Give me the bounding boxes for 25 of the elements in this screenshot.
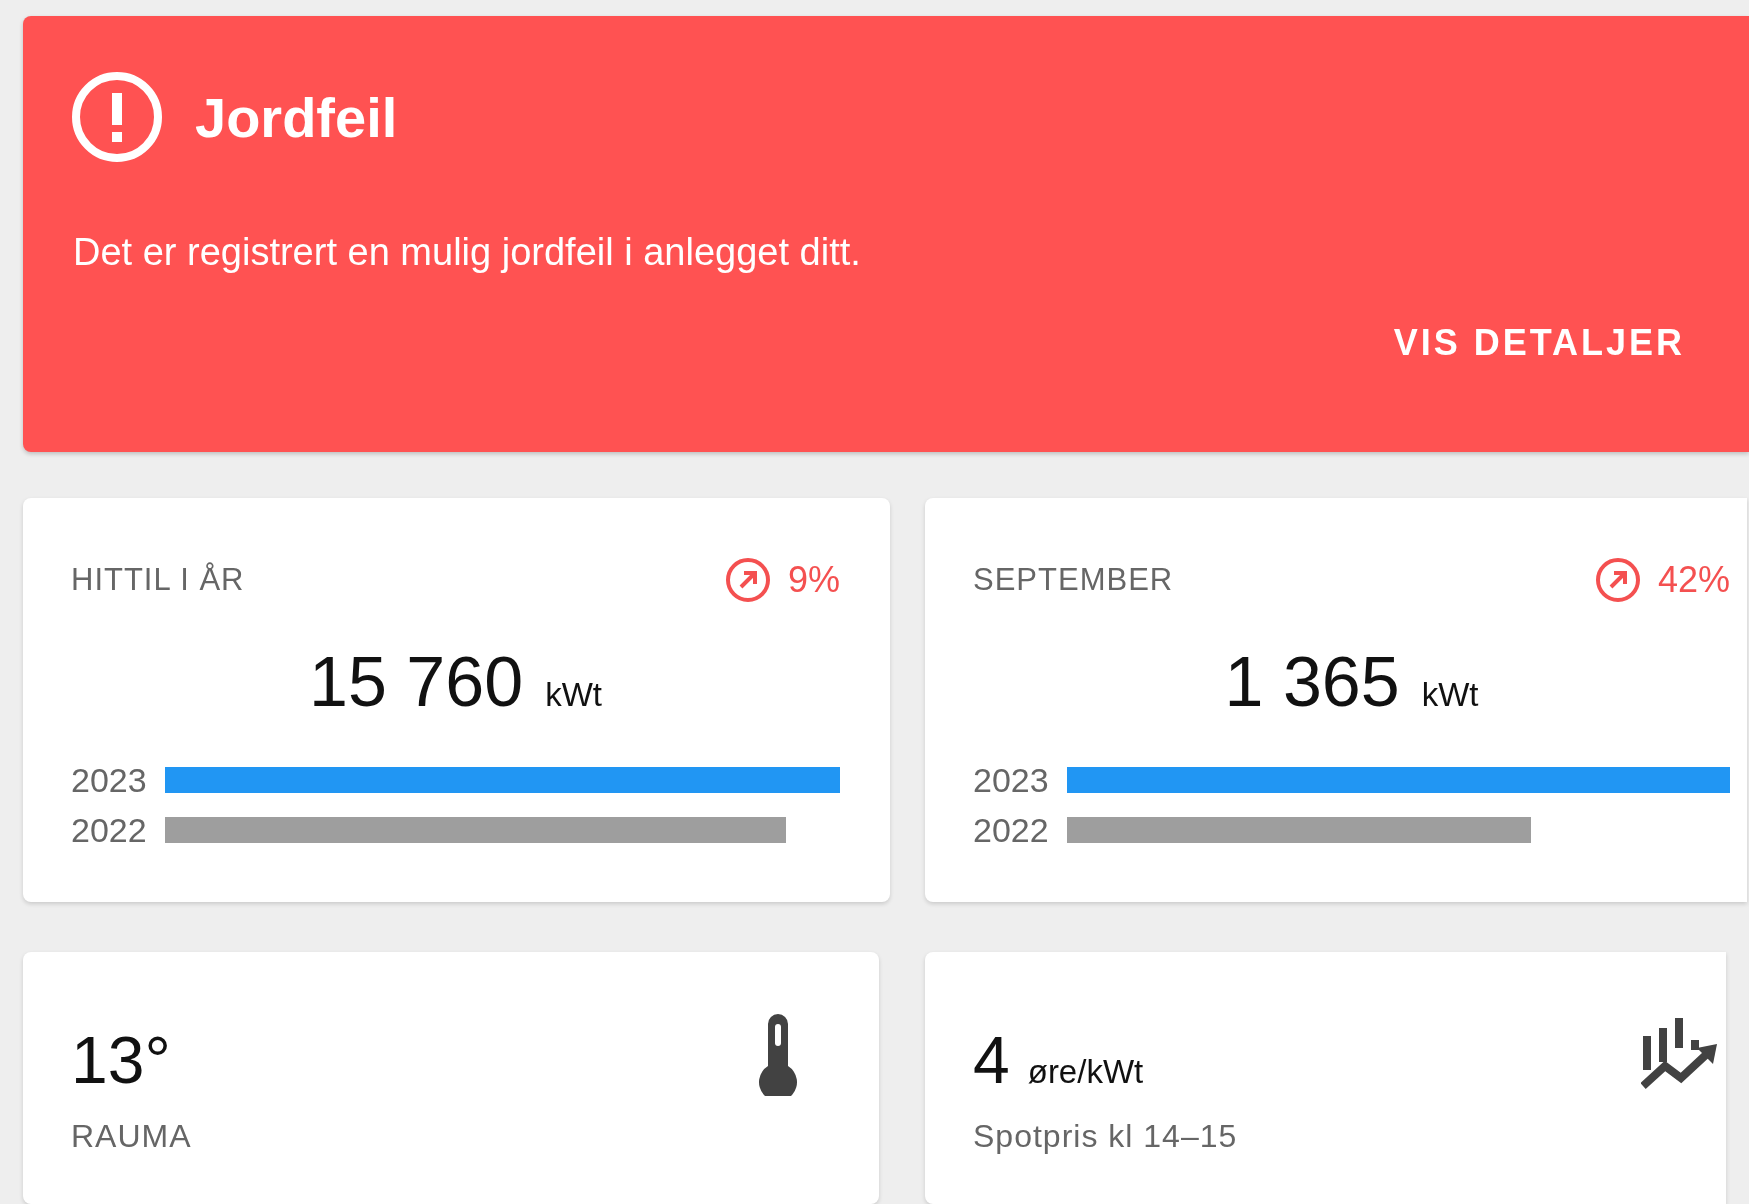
stat-label: SEPTEMBER	[973, 562, 1174, 598]
chart-trend-icon	[1641, 1018, 1719, 1092]
year-label: 2022	[973, 812, 1049, 848]
thermometer-icon	[757, 1014, 799, 1096]
alert-icon	[71, 71, 163, 163]
trend-up-icon	[1593, 556, 1642, 604]
tile-value: 13°	[71, 1022, 171, 1098]
stat-unit: kWt	[545, 676, 602, 714]
year-label: 2023	[973, 762, 1049, 798]
tile-unit: øre/kWt	[1027, 1053, 1144, 1091]
trend-up-icon	[723, 556, 772, 604]
alert-message: Det er registrert en mulig jordfeil i anlegget ditt.	[73, 231, 862, 274]
alert-title: Jordfeil	[195, 84, 398, 150]
tile-value: 4	[973, 1022, 1010, 1098]
stat-value: 1 365	[1224, 642, 1400, 722]
stat-label: HITTIL I ÅR	[71, 562, 245, 598]
tile-label: RAUMA	[71, 1118, 192, 1155]
change-percent: 42%	[1657, 559, 1730, 601]
change-percent: 9%	[787, 559, 840, 601]
stat-unit: kWt	[1421, 676, 1479, 714]
stat-value: 15 760	[309, 642, 524, 722]
year-label: 2023	[71, 762, 147, 798]
year-label: 2022	[71, 812, 147, 848]
tile-label: Spotpris kl 14–15	[973, 1118, 1238, 1155]
details-button[interactable]: VIS DETALJER	[1393, 314, 1685, 372]
